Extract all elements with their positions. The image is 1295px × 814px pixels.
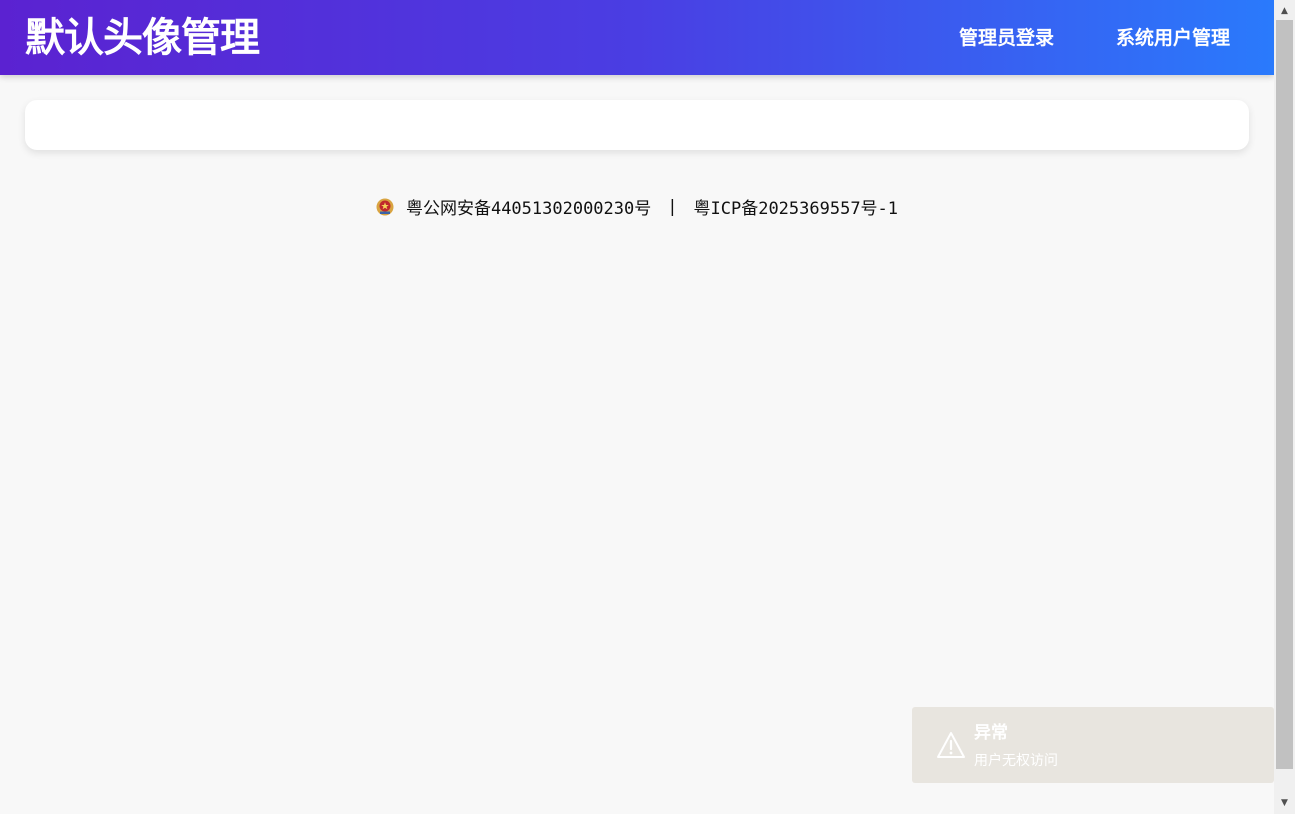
user-management-link[interactable]: 系统用户管理 [1116,24,1230,52]
vertical-scrollbar[interactable]: ▲ ▼ [1274,0,1295,814]
footer: 粤公网安备44051302000230号 | 粤ICP备2025369557号-… [0,194,1274,219]
scrollbar-thumb[interactable] [1276,20,1293,769]
scroll-down-arrow-icon[interactable]: ▼ [1274,794,1295,812]
warning-icon [936,731,966,759]
content-card [25,100,1249,150]
police-record-link[interactable]: 粤公网安备44051302000230号 [406,194,651,219]
toast-title: 异常 [974,723,1008,743]
icp-record-link[interactable]: 粤ICP备2025369557号-1 [694,194,899,219]
page: 默认头像管理 管理员登录 系统用户管理 粤公网安备44051302000230号… [0,0,1295,814]
police-emblem-icon [376,198,394,216]
site-title: 默认头像管理 [25,15,260,61]
top-nav: 管理员登录 系统用户管理 [959,24,1230,52]
admin-login-link[interactable]: 管理员登录 [959,24,1054,52]
toast-message: 用户无权访问 [974,753,1058,769]
footer-separator: | [667,196,678,217]
top-header: 默认头像管理 管理员登录 系统用户管理 [0,0,1274,75]
scroll-up-arrow-icon[interactable]: ▲ [1274,2,1295,20]
error-toast[interactable]: 异常 用户无权访问 [912,707,1274,783]
